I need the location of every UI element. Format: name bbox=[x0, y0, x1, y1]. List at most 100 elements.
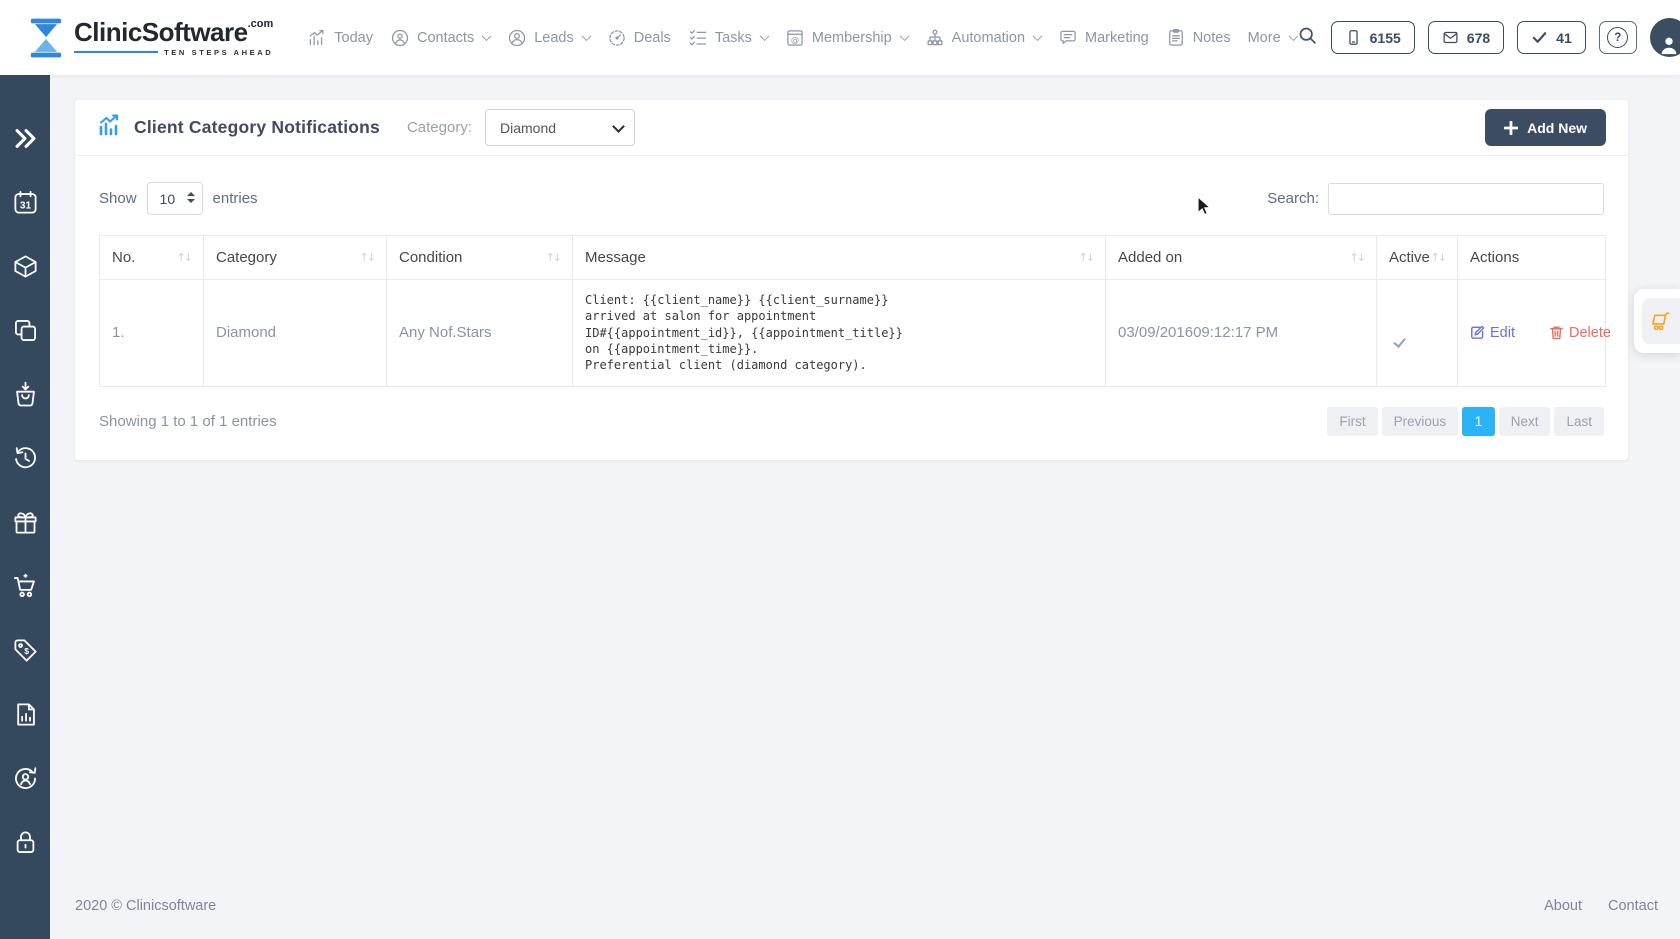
lock-icon[interactable] bbox=[12, 829, 39, 856]
contact-link[interactable]: Contact bbox=[1608, 898, 1658, 914]
edit-link[interactable]: Edit bbox=[1470, 325, 1515, 341]
menu-item-more[interactable]: More bbox=[1248, 30, 1297, 46]
main-menu: Today Contacts Leads Deals bbox=[307, 28, 1296, 48]
user-avatar[interactable] bbox=[1650, 18, 1680, 57]
user-sync-icon[interactable] bbox=[12, 765, 39, 792]
chart-growth-icon bbox=[97, 113, 121, 142]
phone-count: 6155 bbox=[1370, 30, 1401, 46]
svg-text:$: $ bbox=[24, 646, 29, 656]
entries-label: entries bbox=[213, 190, 258, 207]
envelope-icon bbox=[1442, 29, 1459, 46]
pagination-page-1-button[interactable]: 1 bbox=[1462, 407, 1495, 436]
double-chevron-right-icon[interactable] bbox=[12, 125, 39, 152]
column-header-no[interactable]: No.↑↓ bbox=[100, 236, 204, 280]
phone-icon bbox=[1345, 29, 1362, 46]
column-header-message[interactable]: Message↑↓ bbox=[573, 236, 1106, 280]
contacts-icon bbox=[390, 28, 410, 48]
table-footer: Showing 1 to 1 of 1 entries First Previo… bbox=[75, 387, 1628, 460]
cart-icon[interactable] bbox=[12, 573, 39, 600]
sort-icon: ↑↓ bbox=[360, 251, 374, 264]
checklist-icon bbox=[688, 28, 708, 48]
megaphone-icon bbox=[1058, 28, 1078, 48]
menu-item-membership[interactable]: @ Membership bbox=[785, 28, 908, 48]
delete-link[interactable]: Delete bbox=[1549, 325, 1611, 341]
nav-right-cluster: 6155 678 41 ? bbox=[1297, 18, 1680, 57]
tasks-count: 41 bbox=[1556, 30, 1572, 46]
client-category-notifications-card: Client Category Notifications Category: … bbox=[75, 100, 1628, 460]
membership-icon: @ bbox=[785, 28, 805, 48]
history-icon[interactable] bbox=[12, 445, 39, 472]
sort-icon: ↑↓ bbox=[1079, 251, 1093, 264]
pagination: First Previous 1 Next Last bbox=[1327, 407, 1604, 436]
help-button[interactable]: ? bbox=[1599, 21, 1637, 54]
left-sidebar: 31 $ bbox=[0, 75, 50, 939]
cell-actions: Edit Delete bbox=[1458, 280, 1606, 387]
page-size-select[interactable]: 10 bbox=[147, 182, 203, 215]
sort-icon: ↑↓ bbox=[177, 251, 191, 264]
tasks-counter-button[interactable]: 41 bbox=[1517, 21, 1586, 54]
chevron-down-icon bbox=[759, 31, 769, 41]
column-header-condition[interactable]: Condition↑↓ bbox=[387, 236, 573, 280]
table-controls: Show 10 entries Search: bbox=[75, 156, 1628, 235]
mail-count: 678 bbox=[1467, 30, 1490, 46]
phone-counter-button[interactable]: 6155 bbox=[1331, 21, 1415, 54]
chevron-down-icon bbox=[482, 31, 492, 41]
menu-item-today[interactable]: Today bbox=[307, 28, 373, 48]
page-footer: 2020 © Clinicsoftware About Contact bbox=[75, 898, 1658, 914]
page-title: Client Category Notifications bbox=[134, 117, 380, 138]
chevron-down-icon bbox=[581, 31, 591, 41]
chevron-down-icon bbox=[1033, 31, 1043, 41]
column-header-active[interactable]: Active↑↓ bbox=[1377, 236, 1458, 280]
sort-icon: ↑↓ bbox=[1350, 251, 1364, 264]
sort-icon: ↑↓ bbox=[1431, 251, 1445, 264]
column-header-actions: Actions bbox=[1458, 236, 1606, 280]
copy-icon[interactable] bbox=[12, 317, 39, 344]
cell-added-on: 03/09/201609:12:17 PM bbox=[1106, 280, 1377, 387]
calendar-icon[interactable]: 31 bbox=[12, 189, 39, 216]
column-header-category[interactable]: Category↑↓ bbox=[204, 236, 387, 280]
bag-download-icon[interactable] bbox=[12, 381, 39, 408]
cell-active bbox=[1377, 280, 1458, 387]
cell-no: 1. bbox=[100, 280, 204, 387]
hourglass-logo-icon bbox=[28, 17, 64, 59]
clinicsoftware-logo[interactable]: ClinicSoftware.com TEN STEPS AHEAD bbox=[28, 17, 273, 59]
top-navigation: ClinicSoftware.com TEN STEPS AHEAD Today… bbox=[0, 0, 1680, 75]
gauge-icon bbox=[607, 28, 627, 48]
pagination-next-button[interactable]: Next bbox=[1499, 407, 1551, 436]
gift-icon[interactable] bbox=[12, 509, 39, 536]
hierarchy-icon bbox=[925, 28, 945, 48]
cube-icon[interactable] bbox=[12, 253, 39, 280]
trash-icon bbox=[1549, 325, 1564, 340]
pagination-first-button[interactable]: First bbox=[1327, 407, 1377, 436]
pagination-last-button[interactable]: Last bbox=[1554, 407, 1604, 436]
cart-drawer-tab[interactable] bbox=[1634, 289, 1680, 353]
menu-item-contacts[interactable]: Contacts bbox=[390, 28, 490, 48]
check-icon bbox=[1531, 29, 1548, 46]
menu-item-leads[interactable]: Leads bbox=[507, 28, 590, 48]
menu-item-marketing[interactable]: Marketing bbox=[1058, 28, 1149, 48]
search-icon[interactable] bbox=[1297, 25, 1318, 51]
price-tag-icon[interactable]: $ bbox=[12, 637, 39, 664]
brand-name: ClinicSoftware.com bbox=[74, 19, 273, 45]
search-input[interactable] bbox=[1328, 183, 1604, 215]
edit-pencil-icon bbox=[1470, 325, 1485, 340]
about-link[interactable]: About bbox=[1544, 898, 1582, 914]
chevron-down-icon bbox=[899, 31, 909, 41]
table-header-row: No.↑↓ Category↑↓ Condition↑↓ Message↑↓ A… bbox=[100, 236, 1606, 280]
report-icon[interactable] bbox=[12, 701, 39, 728]
pagination-previous-button[interactable]: Previous bbox=[1382, 407, 1459, 436]
menu-item-automation[interactable]: Automation bbox=[925, 28, 1041, 48]
person-icon bbox=[1658, 33, 1680, 57]
mail-counter-button[interactable]: 678 bbox=[1428, 21, 1504, 54]
add-new-button[interactable]: Add New bbox=[1485, 109, 1606, 146]
column-header-added-on[interactable]: Added on↑↓ bbox=[1106, 236, 1377, 280]
entries-summary: Showing 1 to 1 of 1 entries bbox=[99, 413, 277, 430]
tagline-underline bbox=[74, 51, 158, 53]
category-select[interactable]: Diamond bbox=[485, 109, 635, 146]
menu-item-tasks[interactable]: Tasks bbox=[688, 28, 768, 48]
menu-item-notes[interactable]: Notes bbox=[1166, 28, 1231, 48]
copyright-text: 2020 © Clinicsoftware bbox=[75, 898, 216, 914]
svg-text:@: @ bbox=[791, 34, 799, 44]
menu-item-deals[interactable]: Deals bbox=[607, 28, 671, 48]
sort-icon: ↑↓ bbox=[546, 251, 560, 264]
